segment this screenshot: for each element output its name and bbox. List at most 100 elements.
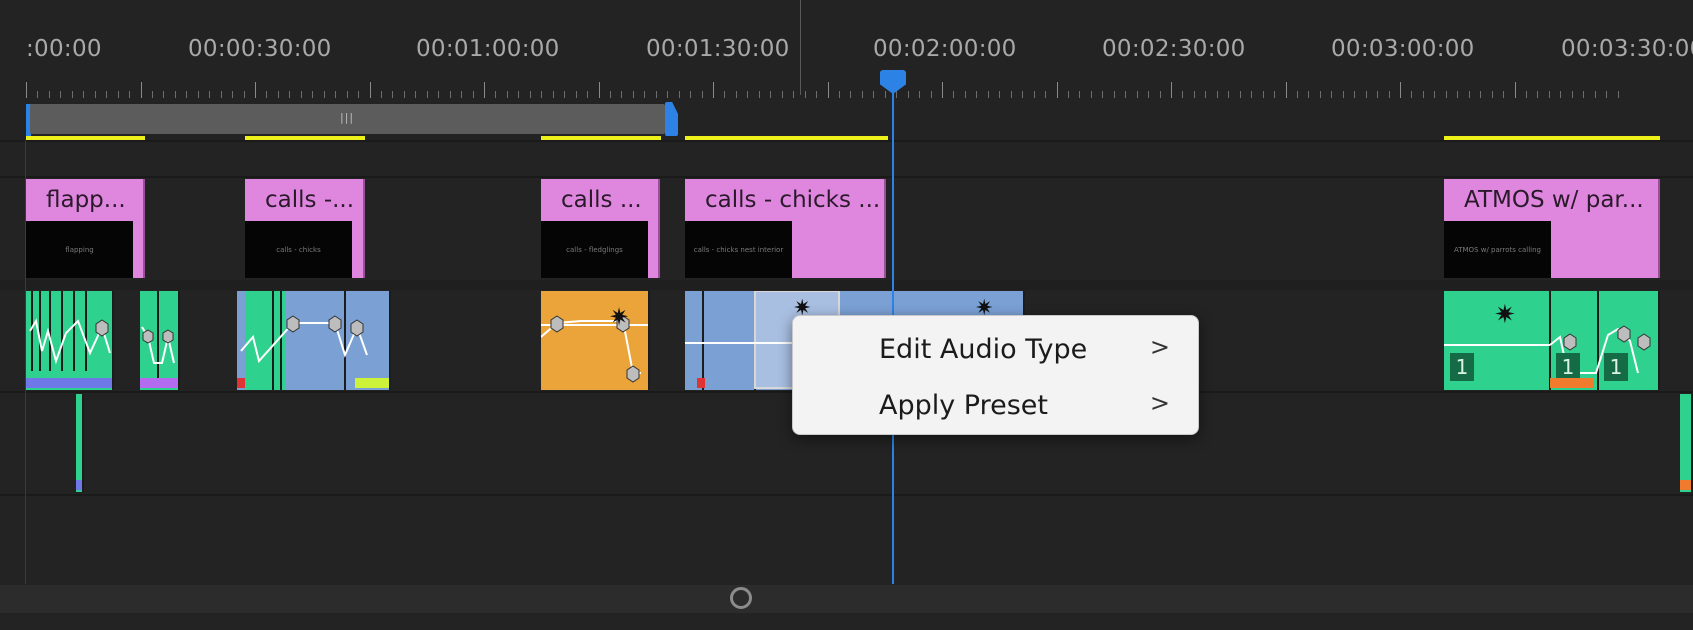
ruler-tick xyxy=(415,91,417,98)
ruler-tick xyxy=(758,91,760,98)
track-divider xyxy=(0,494,1693,496)
ruler-tick xyxy=(1377,91,1379,98)
video-clip[interactable]: calls ... calls - fledglings xyxy=(541,179,660,278)
ruler-tick xyxy=(26,82,27,98)
context-menu: Edit Audio Type > Apply Preset > xyxy=(792,315,1199,435)
color-label xyxy=(1680,480,1691,490)
video-clip[interactable]: ATMOS w/ par... ATMOS w/ parrots calling xyxy=(1444,179,1660,278)
audio-clip[interactable] xyxy=(237,291,391,390)
ruler-tick xyxy=(449,91,451,98)
ruler-tick xyxy=(861,91,863,98)
zoom-scroll-handle-icon[interactable] xyxy=(730,587,752,609)
ruler-tick xyxy=(919,91,921,98)
ruler-tick xyxy=(163,91,165,98)
ruler-tick xyxy=(484,82,485,98)
clip-thumbnail: flapping xyxy=(26,221,133,278)
timecode-label: :00:00 xyxy=(26,36,102,62)
ruler-tick xyxy=(312,91,314,98)
ruler-tick xyxy=(1171,82,1172,98)
ruler-tick xyxy=(129,91,131,98)
ruler-tick xyxy=(1480,91,1482,98)
audio-clip[interactable] xyxy=(76,394,84,492)
ruler-tick xyxy=(1125,91,1127,98)
ruler-tick xyxy=(1514,82,1516,98)
menu-item-edit-audio-type[interactable]: Edit Audio Type > xyxy=(793,322,1198,376)
clip-title: calls -... xyxy=(265,187,355,213)
ruler-tick xyxy=(930,91,932,98)
timeline-scrollbar[interactable] xyxy=(0,585,1693,613)
ruler-tick xyxy=(1422,91,1424,98)
ruler-tick xyxy=(403,91,405,98)
svg-text:✷: ✷ xyxy=(609,303,629,331)
audio-clip[interactable] xyxy=(1680,394,1693,492)
keyframe-icon xyxy=(29,291,111,371)
work-area-end-handle[interactable] xyxy=(665,102,678,136)
audio-badge: 1 xyxy=(1556,353,1580,381)
timecode-label: 00:02:00:00 xyxy=(873,36,1017,62)
ruler-tick xyxy=(1308,91,1310,98)
ruler-tick xyxy=(1113,91,1115,98)
ruler-tick xyxy=(289,91,291,98)
ruler-tick xyxy=(1457,91,1459,98)
ruler-tick xyxy=(575,91,577,98)
ruler-tick xyxy=(621,91,623,98)
timecode-label: 00:03:00:00 xyxy=(1331,36,1475,62)
ruler-tick xyxy=(1079,91,1081,98)
ruler-tick xyxy=(151,91,153,98)
work-area-grip: ||| xyxy=(340,111,355,124)
audio-clip[interactable]: ✷ 1 1 1 xyxy=(1444,291,1660,390)
ruler-tick xyxy=(243,91,245,98)
ruler-tick xyxy=(335,91,337,98)
ruler-tick xyxy=(1434,91,1436,98)
audio-clip[interactable] xyxy=(26,291,114,390)
ruler-tick xyxy=(529,91,531,98)
ruler-tick xyxy=(850,91,852,98)
menu-item-apply-preset[interactable]: Apply Preset > xyxy=(793,378,1198,432)
ruler-tick xyxy=(106,91,108,98)
ruler-tick xyxy=(461,91,463,98)
video-clip[interactable]: flapp... flapping xyxy=(26,179,145,278)
audio-clip[interactable]: ✷ xyxy=(541,291,650,390)
ruler-tick xyxy=(964,91,966,98)
audio-clip[interactable] xyxy=(140,291,180,390)
ruler-tick xyxy=(1319,91,1321,98)
ruler-tick xyxy=(71,91,73,98)
ruler-tick xyxy=(1205,91,1207,98)
color-label xyxy=(26,378,112,388)
ruler-tick xyxy=(1045,91,1047,98)
ruler-tick xyxy=(438,91,440,98)
keyframe-icon xyxy=(141,291,175,381)
ruler-tick xyxy=(1617,91,1619,98)
ruler-tick xyxy=(197,91,199,98)
ruler-tick xyxy=(690,91,692,98)
time-ruler[interactable]: :00:00 00:00:30:00 00:01:00:00 00:01:30:… xyxy=(0,0,1693,98)
ruler-tick xyxy=(1342,91,1344,98)
ruler-tick xyxy=(644,91,646,98)
work-area-bar[interactable]: ||| xyxy=(30,104,665,134)
color-label xyxy=(697,378,705,388)
clip-title: flapp... xyxy=(46,187,126,213)
ruler-tick xyxy=(735,91,737,98)
ruler-tick xyxy=(1285,82,1287,98)
ruler-tick xyxy=(655,91,657,98)
video-clip[interactable]: calls - chicks ... calls - chicks nest i… xyxy=(685,179,886,278)
ruler-tick xyxy=(678,91,680,98)
color-label xyxy=(237,378,245,388)
audio-badge: 1 xyxy=(1450,353,1474,381)
ruler-tick xyxy=(392,91,394,98)
ruler-tick xyxy=(495,91,497,98)
ruler-tick xyxy=(1159,91,1161,98)
thumbnail-text: calls - fledglings xyxy=(566,245,623,254)
ruler-tick xyxy=(942,82,943,98)
video-clip[interactable]: calls -... calls - chicks xyxy=(245,179,365,278)
ruler-tick xyxy=(174,91,176,98)
ruler-tick xyxy=(1182,91,1184,98)
ruler-tick xyxy=(724,91,726,98)
timecode-label: 00:01:00:00 xyxy=(416,36,560,62)
ruler-tick xyxy=(1056,82,1058,98)
track-divider xyxy=(0,280,1693,290)
ruler-tick xyxy=(884,91,886,98)
ruler-tick xyxy=(1491,91,1493,98)
ruler-tick xyxy=(838,91,840,98)
ruler-tick xyxy=(426,91,428,98)
